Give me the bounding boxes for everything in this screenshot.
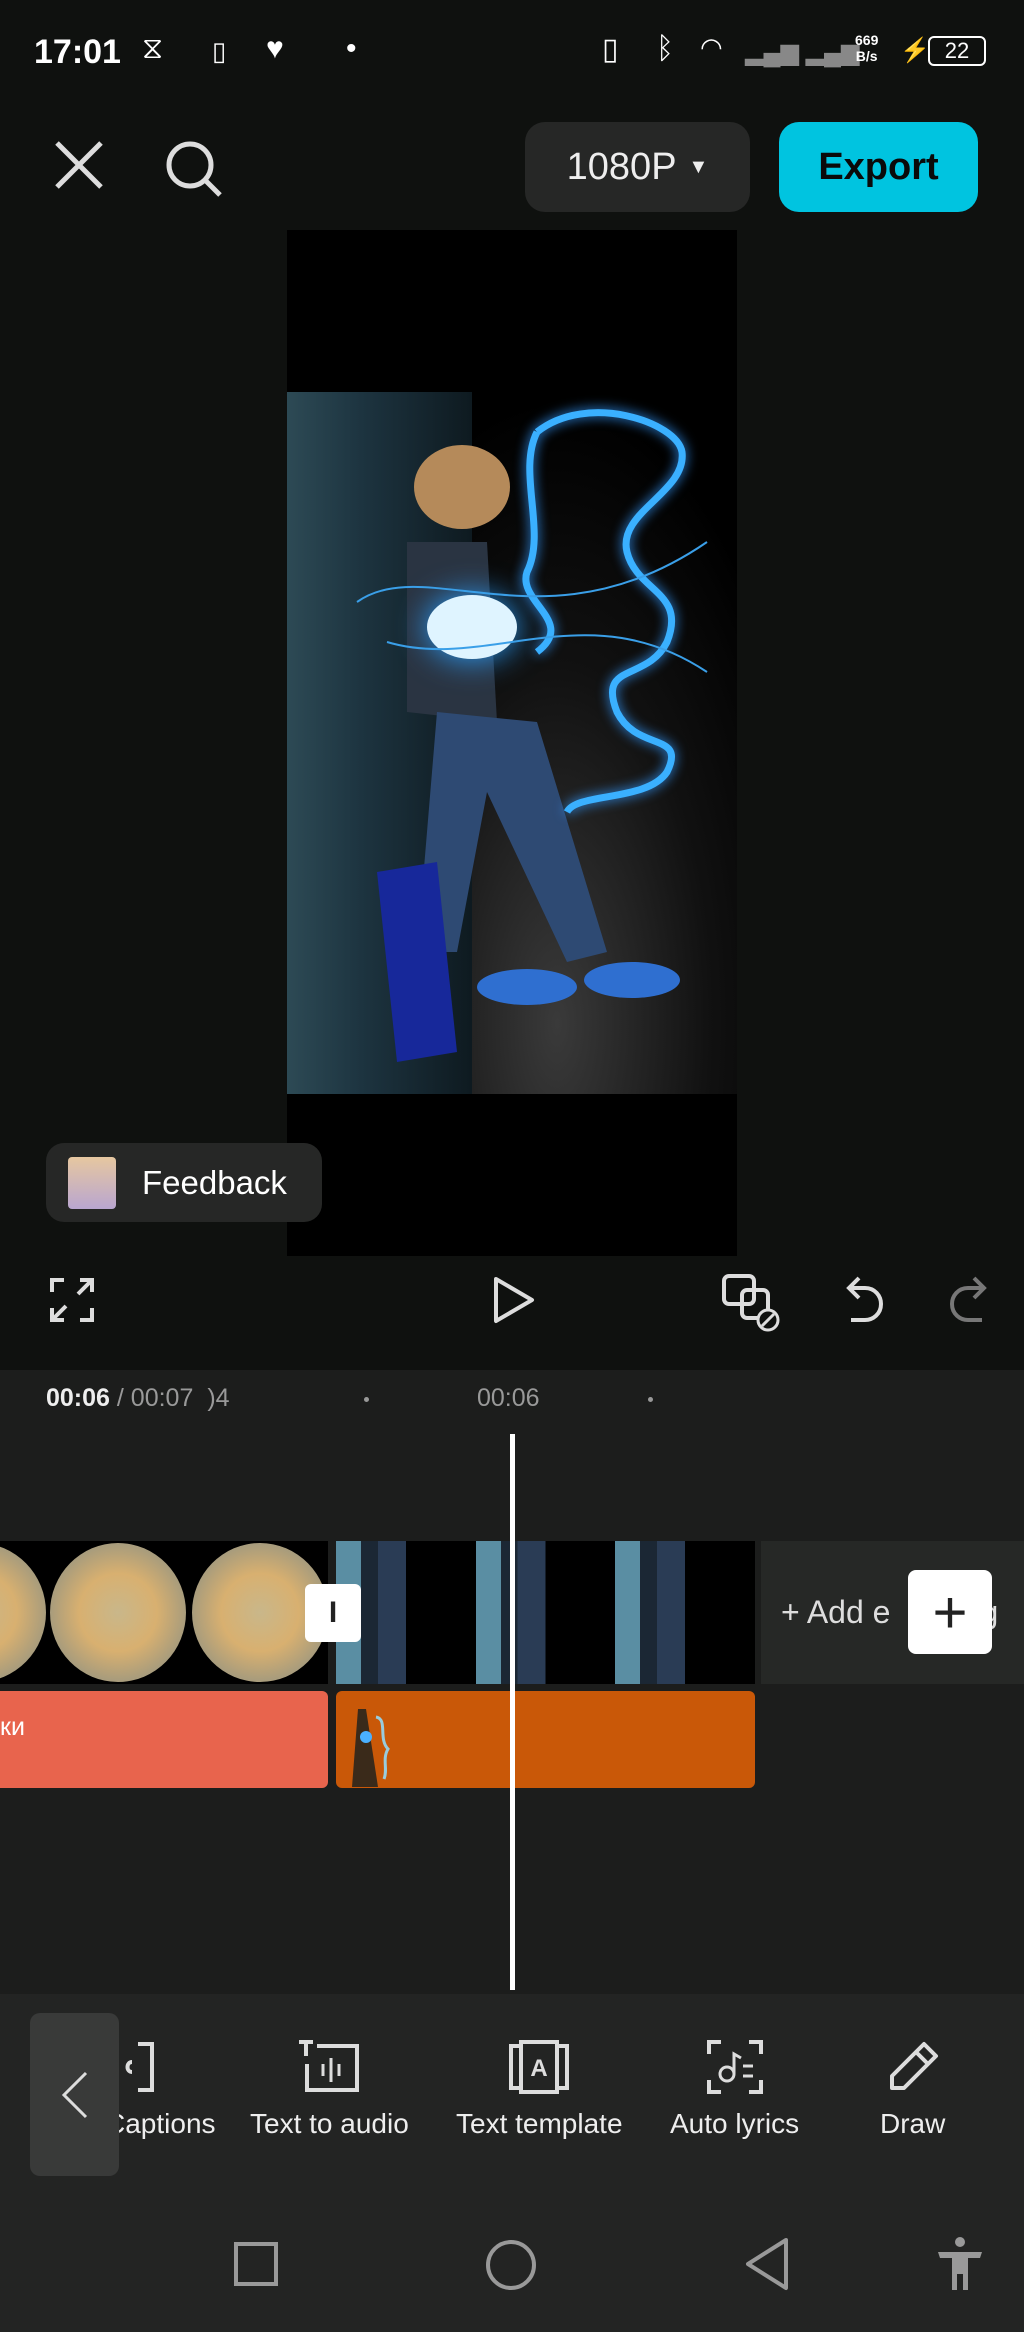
net-speed-value: 669 [855, 32, 879, 48]
signal-icon: ▂▄▆ ▂▄▆ [745, 39, 860, 66]
feedback-thumbnail [68, 1156, 116, 1209]
tool-draw-label: Draw [880, 2108, 946, 2139]
transition-button[interactable]: I [305, 1584, 361, 1642]
capcut-icon: ⧖ [142, 32, 164, 65]
redo-icon[interactable] [948, 1276, 988, 1324]
caret-down-icon: ▼ [688, 155, 709, 178]
search-icon[interactable] [163, 138, 225, 200]
resolution-value: 1080P [566, 145, 677, 188]
accessibility-icon[interactable] [936, 2236, 984, 2292]
back-icon[interactable] [744, 2236, 790, 2292]
status-bar: 17:01 ⧖ ▯ ♥ • ▯ ᛒ ◠ ▂▄▆ ▂▄▆ 669 B/s ⚡ 22 [0, 0, 1024, 100]
preview-frame [287, 392, 737, 1094]
recents-icon[interactable] [232, 2240, 280, 2288]
clock: 17:01 [34, 33, 121, 71]
video-preview[interactable] [287, 230, 737, 1256]
clip-frame [615, 1541, 756, 1684]
undo-icon[interactable] [845, 1276, 885, 1324]
tool-auto-lyrics-label: Auto lyrics [670, 2108, 800, 2139]
partial-tick-label: )4 [207, 1384, 230, 1412]
captions-icon [125, 2042, 154, 2092]
vibrate-icon: ▯ [602, 33, 619, 66]
charging-icon: ⚡ [900, 37, 930, 64]
chevron-left-icon [61, 2071, 87, 2118]
tick-dot [364, 1397, 369, 1402]
playhead[interactable] [510, 1434, 515, 1990]
bluetooth-icon: ᛒ [656, 32, 674, 65]
video-clip-stickers[interactable] [0, 1541, 328, 1684]
heart-icon: ♥ [266, 32, 284, 65]
dot-icon: • [346, 32, 357, 65]
tick-label: 00:06 [477, 1384, 540, 1412]
close-icon[interactable] [54, 140, 104, 190]
feedback-button[interactable]: Feedback [46, 1143, 322, 1222]
add-ending-label: + Add e [781, 1594, 891, 1630]
draw-icon [889, 2042, 938, 2090]
wifi-icon: ◠ [700, 32, 723, 62]
net-speed-unit: B/s [855, 48, 878, 64]
battery-icon: 22 [928, 36, 986, 66]
text-clip[interactable]: ки [0, 1691, 328, 1788]
keyframe-icon[interactable] [722, 1272, 786, 1334]
fullscreen-icon[interactable] [50, 1278, 94, 1322]
video-clip-main[interactable] [336, 1541, 756, 1684]
sticker-thumbnail [352, 1709, 390, 1787]
clip-frame [475, 1541, 616, 1684]
net-speed: 669 B/s [855, 32, 878, 64]
feedback-label: Feedback [142, 1163, 287, 1201]
sticker-frame [50, 1543, 186, 1682]
tool-text-to-audio[interactable]: Text to audio [250, 2040, 409, 2140]
add-clip-button[interactable]: + [908, 1570, 992, 1654]
play-icon[interactable] [492, 1276, 536, 1324]
text-template-icon: A [509, 2040, 570, 2094]
media-icon: ▯ [212, 36, 227, 66]
svg-text:A: A [531, 2055, 548, 2082]
tool-text-template-label: Text template [456, 2108, 623, 2139]
current-time: 00:06 [46, 1384, 110, 1412]
export-button[interactable]: Export [779, 122, 978, 212]
tool-captions-label: Captions [105, 2108, 216, 2139]
resolution-dropdown[interactable]: 1080P ▼ [525, 122, 750, 212]
home-icon[interactable] [484, 2238, 538, 2292]
text-to-audio-icon [299, 2040, 360, 2092]
time-separator: / [109, 1384, 131, 1412]
auto-lyrics-icon [706, 2040, 763, 2094]
tool-text-to-audio-label: Text to audio [250, 2108, 409, 2139]
tool-text-template[interactable]: A Text template [456, 2040, 623, 2140]
tool-auto-lyrics[interactable]: Auto lyrics [670, 2040, 799, 2140]
sticker-clip[interactable] [336, 1691, 755, 1788]
tool-draw[interactable]: Draw [880, 2040, 945, 2140]
sticker-frame [0, 1543, 46, 1682]
preview-figure [356, 409, 708, 1062]
time-readout: 00:06 / 00:07 )4 [46, 1384, 230, 1413]
tick-dot [648, 1397, 653, 1402]
toolbar-back-button[interactable] [30, 2013, 119, 2176]
text-clip-label: ки [0, 1713, 25, 1741]
total-time: 00:07 [130, 1384, 194, 1412]
